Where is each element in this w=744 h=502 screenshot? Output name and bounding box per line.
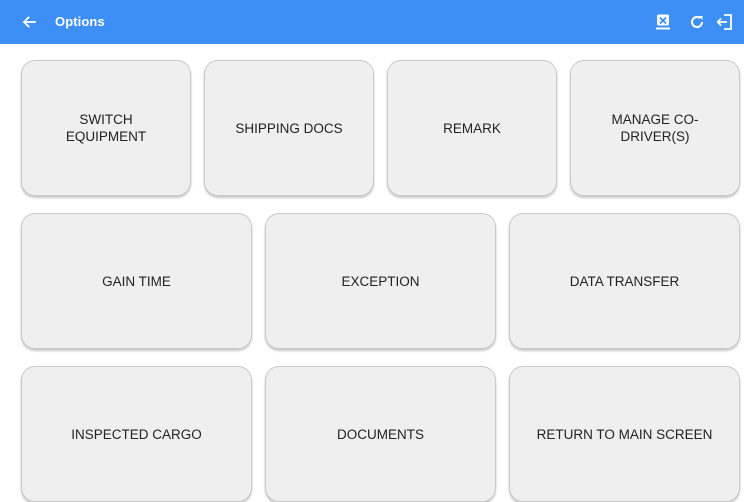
shipping-docs-label: SHIPPING DOCS	[235, 120, 343, 136]
back-button[interactable]	[18, 11, 40, 33]
return-to-main-screen-label: RETURN TO MAIN SCREEN	[536, 426, 713, 442]
refresh-icon	[691, 16, 704, 28]
export-button[interactable]	[652, 11, 674, 33]
return-to-main-screen-button[interactable]: RETURN TO MAIN SCREEN	[509, 366, 740, 502]
data-transfer-label: DATA TRANSFER	[569, 273, 680, 289]
remark-label: REMARK	[443, 120, 501, 136]
logout-icon	[716, 14, 732, 30]
switch-equipment-label: SWITCH EQUIPMENT	[65, 112, 147, 144]
shipping-docs-button[interactable]: SHIPPING DOCS	[204, 60, 374, 196]
data-transfer-button[interactable]: DATA TRANSFER	[509, 213, 740, 349]
manage-co-drivers-button[interactable]: MANAGE CO-DRIVER(S)	[570, 60, 740, 196]
documents-label: DOCUMENTS	[337, 426, 424, 442]
inspected-cargo-label: INSPECTED CARGO	[71, 426, 202, 442]
exception-label: EXCEPTION	[341, 273, 420, 289]
switch-equipment-button[interactable]: SWITCH EQUIPMENT	[21, 60, 191, 196]
gain-time-button[interactable]: GAIN TIME	[21, 213, 252, 349]
inspected-cargo-button[interactable]: INSPECTED CARGO	[21, 366, 252, 502]
gain-time-label: GAIN TIME	[102, 273, 171, 289]
documents-button[interactable]: DOCUMENTS	[265, 366, 496, 502]
refresh-button[interactable]	[686, 11, 708, 33]
arrow-left-icon	[22, 16, 36, 28]
logout-button[interactable]	[714, 11, 736, 33]
exception-button[interactable]: EXCEPTION	[265, 213, 496, 349]
manage-co-drivers-label: MANAGE CO-DRIVER(S)	[611, 112, 699, 144]
export-box-icon	[656, 14, 670, 30]
page-title: Options	[55, 14, 105, 29]
remark-button[interactable]: REMARK	[387, 60, 557, 196]
app-bar: Options	[0, 0, 744, 44]
